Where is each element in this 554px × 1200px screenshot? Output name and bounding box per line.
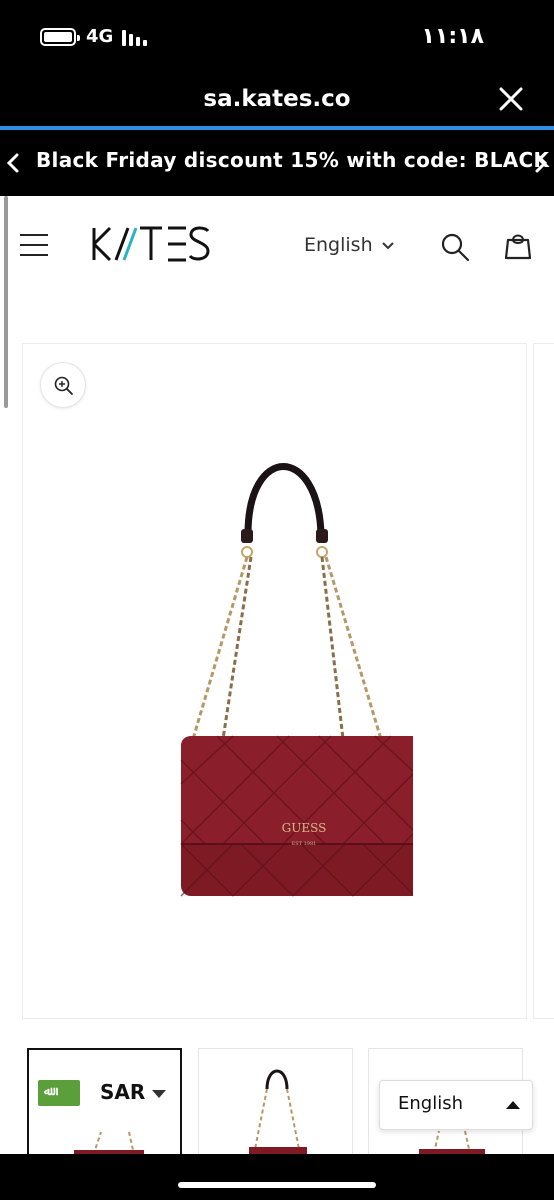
cart-icon[interactable] xyxy=(502,230,534,262)
search-icon[interactable] xyxy=(440,232,470,262)
bag-brand-text: GUESS xyxy=(282,821,327,835)
language-popup[interactable]: English xyxy=(379,1080,533,1130)
chevron-right-icon[interactable] xyxy=(530,152,550,174)
signal-icon xyxy=(122,28,152,46)
saudi-flag-icon: ﷲ xyxy=(38,1080,80,1106)
chevron-left-icon[interactable] xyxy=(4,152,24,174)
hamburger-icon[interactable] xyxy=(20,232,50,258)
battery-icon xyxy=(40,28,80,46)
bag-brand-sub: EST 1981 xyxy=(292,841,317,847)
status-bar: 4G ١١:١٨ xyxy=(0,0,554,72)
currency-selector[interactable]: ﷲ SAR xyxy=(28,1066,178,1116)
network-type: 4G xyxy=(86,26,114,47)
clock: ١١:١٨ xyxy=(421,24,484,49)
close-icon[interactable] xyxy=(496,84,526,114)
browser-address-bar: sa.kates.co xyxy=(0,72,554,128)
language-label: English xyxy=(304,234,373,256)
caret-down-icon xyxy=(152,1090,166,1098)
currency-code: SAR xyxy=(100,1080,146,1104)
kates-logo[interactable] xyxy=(90,218,214,270)
announcement-bar: Black Friday discount 15% with code: BLA… xyxy=(0,130,554,196)
url-text[interactable]: sa.kates.co xyxy=(0,86,554,112)
home-indicator[interactable] xyxy=(178,1182,376,1188)
chevron-down-icon xyxy=(381,241,394,249)
language-selector[interactable]: English xyxy=(304,234,395,256)
language-popup-label: English xyxy=(398,1093,463,1114)
bottom-bar xyxy=(0,1154,554,1200)
product-image-next[interactable] xyxy=(533,343,554,1019)
caret-up-icon xyxy=(506,1101,520,1109)
zoom-in-icon[interactable] xyxy=(40,362,86,408)
site-header: English xyxy=(0,196,554,296)
handbag-image: GUESS EST 1981 xyxy=(180,463,413,897)
page-content: English GUESS EST 1981 ﷲ SAR English xyxy=(0,196,554,1154)
thumbnail-2[interactable] xyxy=(198,1048,353,1154)
announcement-text: Black Friday discount 15% with code: BLA… xyxy=(36,148,550,172)
product-image-main[interactable]: GUESS EST 1981 xyxy=(22,343,527,1019)
